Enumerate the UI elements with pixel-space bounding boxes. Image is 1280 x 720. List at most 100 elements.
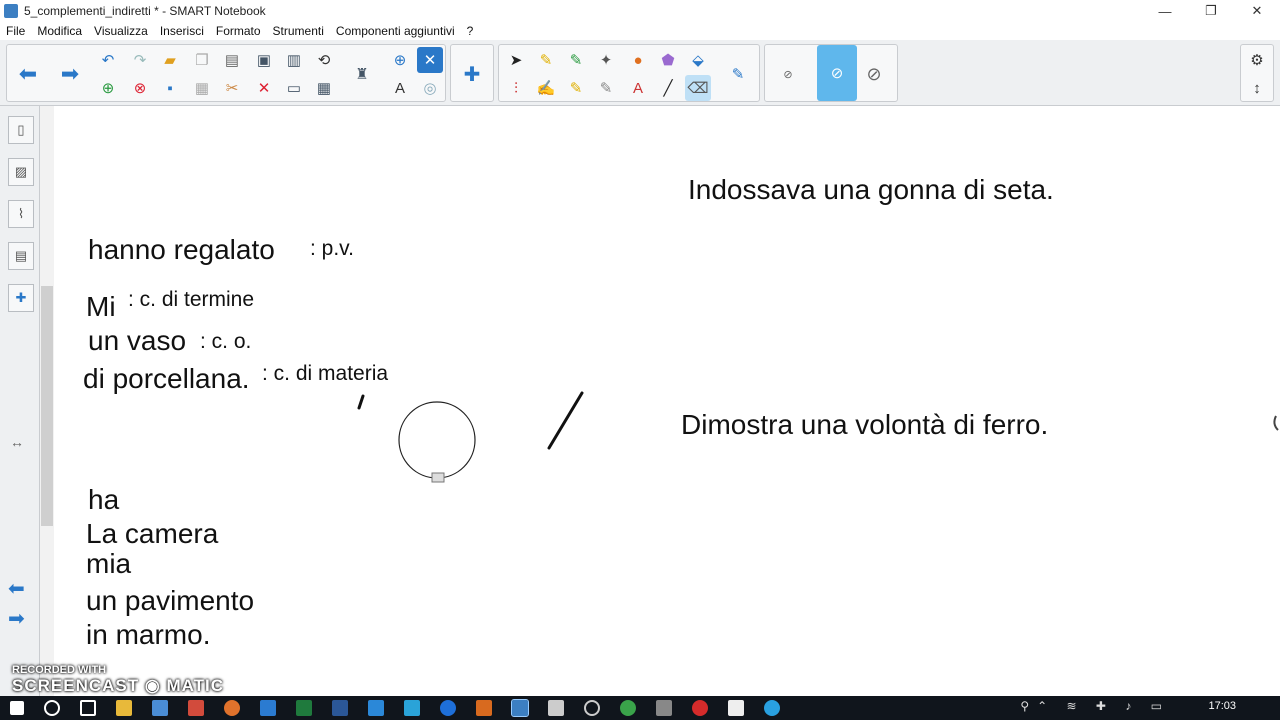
shapes-icon[interactable]: ● <box>625 47 651 73</box>
store-icon[interactable] <box>152 700 168 716</box>
title-bar: 5_complementi_indiretti * - SMART Notebo… <box>0 0 1280 22</box>
edge-icon[interactable] <box>440 700 456 716</box>
calculator-icon[interactable] <box>548 700 564 716</box>
window-controls: — ❐ ✕ <box>1142 0 1280 22</box>
search-icon[interactable] <box>44 700 60 716</box>
excel-icon[interactable] <box>296 700 312 716</box>
attachments-icon[interactable]: ⌇ <box>8 200 34 228</box>
smart-notebook-task-icon[interactable] <box>511 699 529 717</box>
clock[interactable]: 17:03 <box>1208 700 1236 712</box>
sidebar-resize-icon[interactable]: ↔ <box>10 434 24 450</box>
eraser-medium-icon[interactable]: ⊘ <box>817 45 857 101</box>
task-view-icon[interactable] <box>80 700 96 716</box>
menu-visualizza[interactable]: Visualizza <box>88 24 154 38</box>
pen-icon[interactable]: ✎ <box>533 47 559 73</box>
screen-shade-icon[interactable]: ▣ <box>251 47 277 73</box>
magic-pen-icon[interactable]: ✦ <box>593 47 619 73</box>
calligraphy-icon[interactable]: ✍ <box>533 75 559 101</box>
restore-button[interactable]: ❐ <box>1188 0 1234 22</box>
browser-icon[interactable] <box>764 700 780 716</box>
shape-recognition-icon[interactable]: ⬟ <box>655 47 681 73</box>
display-icon[interactable]: ▭ <box>281 75 307 101</box>
properties-icon[interactable]: ▤ <box>8 242 34 270</box>
paste-icon[interactable]: ▤ <box>219 47 245 73</box>
menu-strumenti[interactable]: Strumenti <box>267 24 330 38</box>
capture-icon[interactable]: ▥ <box>281 47 307 73</box>
taskbar: ⚲⌃ ≋ ✚ ♪ ▭ 17:03 <box>0 696 1280 720</box>
highlighter-icon[interactable]: ✎ <box>563 75 589 101</box>
toolbar-position-icon[interactable]: ↕ <box>1244 75 1270 101</box>
eraser-small-icon[interactable]: ⊘ <box>775 61 801 87</box>
camera-icon[interactable] <box>620 700 636 716</box>
window-title: 5_complementi_indiretti * - SMART Notebo… <box>24 4 266 18</box>
prev-page-icon[interactable]: ⬅ <box>8 576 25 601</box>
forward-arrow-icon[interactable]: ➡ <box>57 61 83 87</box>
text-icon[interactable]: A <box>625 75 651 101</box>
opera-icon[interactable] <box>692 700 708 716</box>
whiteboard-canvas[interactable]: hanno regalato : p.v. Mi : c. di termine… <box>54 106 1280 696</box>
eraser-icon[interactable]: ⌫ <box>685 75 711 101</box>
media-icon[interactable] <box>584 700 600 716</box>
menu-modifica[interactable]: Modifica <box>31 24 88 38</box>
line-icon[interactable]: ╱ <box>655 75 681 101</box>
zoom-icon[interactable]: ⊕ <box>387 47 413 73</box>
rotate-icon[interactable]: ⟲ <box>311 47 337 73</box>
save-icon[interactable]: ▪ <box>157 75 183 101</box>
menu-help[interactable]: ? <box>461 24 480 38</box>
undo-icon[interactable]: ↶ <box>95 47 121 73</box>
crayon-icon[interactable]: ✎ <box>593 75 619 101</box>
menu-formato[interactable]: Formato <box>210 24 267 38</box>
watermark-brand: SCREENCAST ◉ MATIC <box>12 676 224 696</box>
select-icon[interactable]: ➤ <box>503 47 529 73</box>
close-doc-icon[interactable]: ✕ <box>417 47 443 73</box>
scrollbar-thumb[interactable] <box>41 286 53 526</box>
puzzle-icon[interactable]: ✚ <box>459 61 485 87</box>
app-icon-blue[interactable] <box>404 700 420 716</box>
creative-pen-icon[interactable]: ✎ <box>563 47 589 73</box>
measurement-icon[interactable]: A <box>387 75 413 101</box>
fill-icon[interactable]: ⬙ <box>685 47 711 73</box>
close-button[interactable]: ✕ <box>1234 0 1280 22</box>
next-page-icon[interactable]: ➡ <box>8 606 25 631</box>
firefox-icon[interactable] <box>224 700 240 716</box>
add-page-icon[interactable]: ⊕ <box>95 75 121 101</box>
tool-icon[interactable] <box>656 700 672 716</box>
toolbar-group-tools: ➤ ✎ ✎ ✦ ● ⬟ ⬙ ⫶ ✍ ✎ ✎ A ╱ ⌫ ✎ <box>498 44 760 102</box>
redo-icon[interactable]: ↷ <box>127 47 153 73</box>
pens-icon[interactable]: ⫶ <box>503 75 529 101</box>
outlook-icon[interactable] <box>260 700 276 716</box>
open-folder-icon[interactable]: ▰ <box>157 47 183 73</box>
properties-pen-icon[interactable]: ✎ <box>725 61 751 87</box>
back-arrow-icon[interactable]: ⬅ <box>15 61 41 87</box>
document-camera-icon[interactable]: ♜ <box>349 61 375 87</box>
cut-icon[interactable]: ✂ <box>219 75 245 101</box>
table-icon[interactable]: ▦ <box>311 75 337 101</box>
paste-special-icon[interactable]: ▦ <box>189 75 215 101</box>
word-icon[interactable] <box>332 700 348 716</box>
copy-icon[interactable]: ❐ <box>189 47 215 73</box>
document-icon[interactable] <box>728 700 744 716</box>
eraser-large-icon[interactable]: ⊘ <box>861 61 887 87</box>
delete-icon[interactable]: ✕ <box>251 75 277 101</box>
addons-icon[interactable]: ✚ <box>8 284 34 312</box>
menu-inserisci[interactable]: Inserisci <box>154 24 210 38</box>
delete-page-icon[interactable]: ⊗ <box>127 75 153 101</box>
system-tray[interactable]: ⚲⌃ ≋ ✚ ♪ ▭ <box>1020 699 1170 713</box>
ink-stroke-small <box>357 394 365 410</box>
file-explorer-icon[interactable] <box>116 700 132 716</box>
response-icon[interactable]: ◎ <box>417 75 443 101</box>
gear-icon[interactable]: ⚙ <box>1244 47 1270 73</box>
office-icon[interactable] <box>188 700 204 716</box>
minimize-button[interactable]: — <box>1142 0 1188 22</box>
offscreen-text-fragment <box>1273 415 1279 431</box>
vertical-scrollbar[interactable] <box>40 106 54 696</box>
page-sorter-icon[interactable]: ▯ <box>8 116 34 144</box>
app-icon <box>4 4 18 18</box>
menu-file[interactable]: File <box>0 24 31 38</box>
eraser-cursor-circle <box>398 401 476 479</box>
gallery-icon[interactable]: ▨ <box>8 158 34 186</box>
powerpoint-icon[interactable] <box>476 700 492 716</box>
dropbox-icon[interactable] <box>368 700 384 716</box>
menu-componenti[interactable]: Componenti aggiuntivi <box>330 24 461 38</box>
windows-start-icon[interactable] <box>10 701 24 715</box>
